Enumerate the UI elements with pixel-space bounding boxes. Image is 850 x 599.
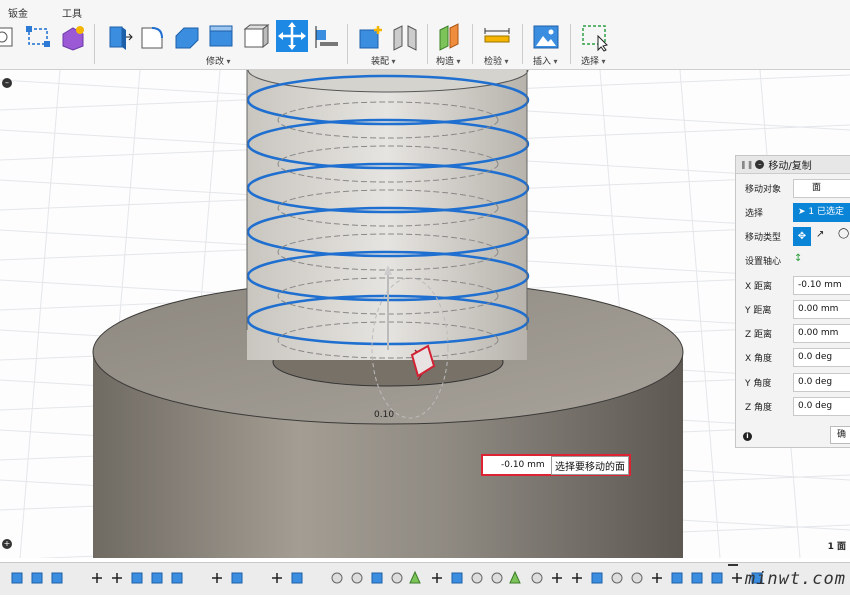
dimension-label: 0.10 [374, 410, 395, 420]
timeline-bar: minwt.com [0, 562, 850, 595]
model-scene [0, 70, 850, 558]
timeline-feature-icons [11, 570, 763, 584]
sketch-rectangle-icon[interactable] [24, 22, 54, 52]
assemble-group-label[interactable]: 装配 [371, 54, 396, 67]
chamfer-icon[interactable] [172, 22, 202, 52]
free-move-icon[interactable]: ✥ [793, 226, 811, 246]
rotate-icon[interactable]: ◯ [838, 228, 849, 239]
inspect-group-label[interactable]: 检验 [484, 54, 509, 67]
label-set-pivot: 设置轴心 [745, 256, 782, 267]
sketch-box-icon[interactable] [0, 22, 18, 52]
info-icon[interactable]: i [743, 431, 752, 441]
distance-input-value[interactable]: -0.10 mm [483, 460, 549, 470]
label-z-angle: Z 角度 [745, 402, 773, 413]
new-component-icon[interactable] [356, 22, 386, 52]
row-y-angle: Y 角度 0.0 deg [736, 372, 850, 392]
z-distance-input[interactable]: 0.00 mm [793, 323, 850, 343]
row-move-object: 移动对象 面 [736, 178, 850, 198]
row-set-pivot: 设置轴心 ↕ [736, 250, 850, 270]
translate-icon[interactable]: ↗ [816, 229, 824, 240]
collapse-icon[interactable]: – [755, 160, 765, 169]
label-x-distance: X 距离 [745, 281, 773, 292]
shell-icon[interactable] [206, 22, 236, 52]
watermark: minwt.com [744, 569, 846, 589]
row-x-distance: X 距离 -0.10 mm [736, 275, 850, 295]
distance-input-hud[interactable]: -0.10 mm 选择要移动的面 [481, 454, 631, 476]
press-pull-icon[interactable] [104, 22, 134, 52]
select-face-tooltip: 选择要移动的面 [551, 455, 629, 475]
panel-header[interactable]: ❚❚ – 移动/复制 [736, 156, 850, 174]
ok-button[interactable]: 确 [830, 426, 850, 444]
panel-title: 移动/复制 [768, 161, 812, 172]
row-y-distance: Y 距离 0.00 mm [736, 299, 850, 319]
draft-icon[interactable] [240, 22, 270, 52]
label-selection: 选择 [745, 208, 764, 219]
move-object-select[interactable]: 面 [793, 178, 850, 198]
row-selection: 选择 ➤ 1 已选定 [736, 202, 850, 222]
row-z-distance: Z 距离 0.00 mm [736, 323, 850, 343]
insert-group-label[interactable]: 插入 [533, 54, 558, 67]
z-angle-input[interactable]: 0.0 deg [793, 396, 850, 416]
selection-count: 1 面 [827, 542, 846, 552]
label-move-type: 移动类型 [745, 232, 782, 243]
y-distance-input[interactable]: 0.00 mm [793, 299, 850, 319]
measure-icon[interactable] [482, 22, 512, 52]
insert-image-icon[interactable] [531, 22, 561, 52]
set-pivot-icon[interactable]: ↕ [794, 253, 802, 264]
y-angle-input[interactable]: 0.0 deg [793, 372, 850, 392]
construct-group-label[interactable]: 构造 [436, 54, 461, 67]
construct-plane-icon[interactable] [436, 22, 466, 52]
label-y-angle: Y 角度 [745, 378, 772, 389]
label-z-distance: Z 距离 [745, 329, 773, 340]
comments-collapse-icon[interactable]: + [2, 539, 12, 549]
modify-group-label[interactable]: 修改 [206, 54, 231, 67]
selection-button[interactable]: ➤ 1 已选定 [793, 202, 850, 222]
row-x-angle: X 角度 0.0 deg [736, 347, 850, 367]
label-move-object: 移动对象 [745, 184, 782, 195]
move-copy-panel: ❚❚ – 移动/复制 移动对象 面 选择 ➤ 1 已选定 移动类型 ✥ ↗ ◯ … [735, 155, 850, 448]
x-angle-input[interactable]: 0.0 deg [793, 347, 850, 367]
select-group-label[interactable]: 选择 [581, 54, 606, 67]
tab-sheet-metal[interactable]: 钣金 [8, 5, 28, 20]
toolbar: 钣金 工具 修改 ▾ 装配 ▾ 构造 ▾ 检验 ▾ 插入 ▾ 选择 ▾ [0, 0, 850, 70]
move-copy-icon[interactable] [276, 20, 308, 52]
browser-collapse-icon[interactable]: – [2, 78, 12, 88]
canvas-viewport[interactable]: – + 0.10 -0.10 mm 选择要移动的面 ✥▾ ▣ ✋ ⌕ ⌕▾ ▩▾… [0, 70, 850, 558]
row-z-angle: Z 角度 0.0 deg [736, 396, 850, 416]
panel-footer: i 确 [736, 424, 850, 448]
form-create-icon[interactable] [58, 22, 88, 52]
label-x-angle: X 角度 [745, 353, 773, 364]
align-icon[interactable] [312, 22, 342, 52]
x-distance-input[interactable]: -0.10 mm [793, 275, 850, 295]
row-move-type: 移动类型 ✥ ↗ ◯ [736, 226, 850, 246]
joint-icon[interactable] [390, 22, 420, 52]
grip-icon[interactable]: ❚❚ [740, 160, 753, 169]
timeline-features [11, 564, 763, 584]
fillet-icon[interactable] [138, 22, 168, 52]
label-y-distance: Y 距离 [745, 305, 772, 316]
window-select-icon[interactable] [580, 22, 610, 52]
tab-tools[interactable]: 工具 [62, 5, 82, 20]
